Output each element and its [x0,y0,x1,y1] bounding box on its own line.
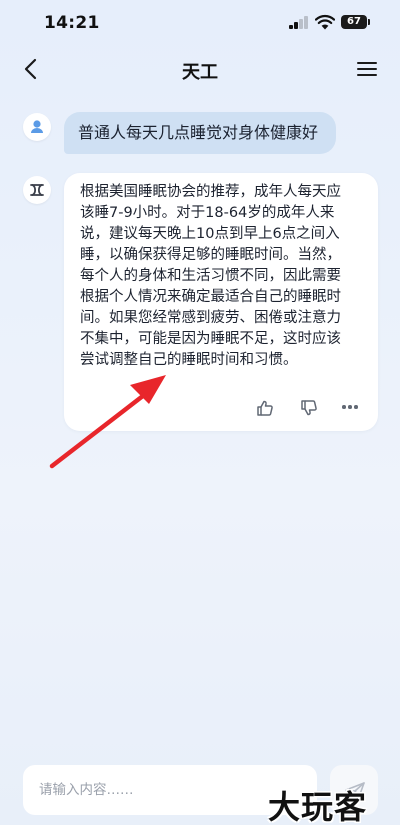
battery-level: 67 [341,15,367,29]
nav-bar: 天工 [0,46,400,92]
page-title: 天工 [182,62,218,83]
watermark: 大玩客 [268,788,368,825]
bot-message-bubble: 根据美国睡眠协会的推荐，成年人每天应 该睡7-9小时。对于18-64岁的成年人来… [64,173,378,431]
bot-message-text: 根据美国睡眠协会的推荐，成年人每天应 该睡7-9小时。对于18-64岁的成年人来… [80,184,341,368]
tiangong-logo-icon [30,184,44,196]
user-avatar [23,113,51,141]
thumb-up-icon[interactable] [256,399,274,417]
message-actions [64,397,378,421]
battery-cap [368,19,370,25]
hamburger-menu-icon[interactable] [356,60,378,78]
bot-avatar [23,176,51,204]
person-icon [31,120,43,133]
wifi-icon [315,14,335,30]
user-message-bubble: 普通人每天几点睡觉对身体健康好 [64,112,336,154]
cellular-signal-icon [289,16,309,29]
status-time: 14:21 [44,13,100,33]
status-bar: 14:21 67 [0,0,400,46]
thumb-down-icon[interactable] [300,399,318,417]
ellipsis-icon[interactable] [342,405,358,411]
